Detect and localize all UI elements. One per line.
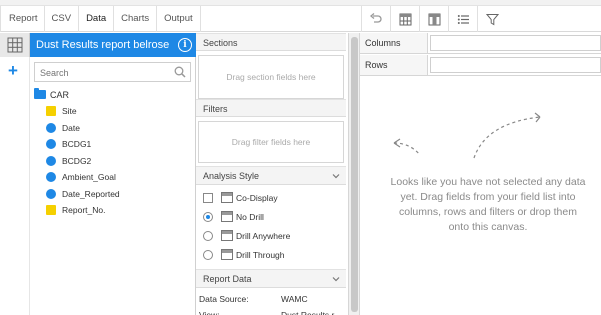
list-view-button[interactable]	[448, 6, 477, 32]
style-option-icon	[221, 230, 233, 241]
sections-dropzone[interactable]: Drag section fields here	[198, 55, 344, 99]
metric-icon	[46, 139, 56, 149]
analysis-style-option-label: Drill Anywhere	[236, 231, 291, 241]
cross-tab-icon	[428, 13, 440, 25]
report-data-title: Report Data	[203, 274, 252, 284]
toolbar-icon-group	[361, 6, 506, 32]
tab-report[interactable]: Report	[0, 6, 45, 32]
filters-placeholder: Drag filter fields here	[231, 137, 311, 147]
field-list: Site Date BCDG1 BCDG2 Ambient_Goal Date_Repor…	[30, 103, 196, 219]
table-view-button[interactable]	[390, 6, 419, 32]
report-builder-panel: Sections Drag section fields here Filter…	[196, 33, 348, 315]
undo-button[interactable]	[361, 6, 390, 32]
empty-canvas-message: Looks like you have not selected any dat…	[390, 176, 586, 233]
filters-dropzone[interactable]: Drag filter fields here	[198, 121, 344, 163]
report-tabs: Report CSV Data Charts Output	[0, 6, 201, 32]
drag-hint-arrows-icon	[393, 112, 541, 159]
filters-title: Filters	[203, 104, 228, 114]
chevron-down-icon	[332, 174, 340, 179]
top-toolbar: Report CSV Data Charts Output	[0, 0, 601, 32]
sections-title: Sections	[203, 38, 238, 48]
field-label: Site	[62, 106, 77, 116]
field-item[interactable]: BCDG2	[30, 153, 196, 170]
report-title: Dust Results report belrose	[36, 39, 170, 51]
add-field-button[interactable]: +	[8, 62, 18, 79]
report-canvas[interactable]: Columns Rows Looks like you have not sel…	[360, 33, 601, 315]
table-view-icon	[399, 13, 411, 25]
field-label: Date_Reported	[62, 188, 120, 199]
analysis-style-option-label: No Drill	[236, 212, 264, 222]
report-data-key: View:	[199, 310, 220, 315]
report-title-bar: Dust Results report belrose i	[30, 33, 196, 57]
field-item[interactable]: Date_Reported	[30, 186, 196, 203]
filters-header: Filters	[196, 99, 346, 117]
analysis-style-title: Analysis Style	[203, 171, 260, 181]
cross-tab-button[interactable]	[419, 6, 448, 32]
folder-icon	[34, 88, 46, 99]
field-label: BCDG2	[62, 155, 92, 166]
analysis-style-header[interactable]: Analysis Style	[196, 166, 346, 185]
drill-radio[interactable]	[203, 250, 213, 260]
search-box	[34, 62, 191, 82]
rows-label: Rows	[360, 55, 428, 75]
report-data-row: View: Dust Results r...	[199, 310, 341, 315]
report-data-value: Dust Results r...	[281, 310, 341, 315]
tab-data[interactable]: Data	[79, 6, 115, 32]
columns-label: Columns	[360, 33, 428, 53]
dimension-icon	[46, 106, 56, 116]
info-icon[interactable]: i	[178, 38, 192, 52]
search-icon[interactable]	[174, 66, 186, 78]
report-data-key: Data Source:	[199, 294, 249, 304]
field-list-panel: Dust Results report belrose i + CAR Site…	[0, 33, 196, 315]
tree-root-folder[interactable]: CAR	[30, 87, 196, 103]
metric-icon	[46, 122, 56, 133]
field-label: Ambient_Goal	[62, 172, 116, 182]
rows-shelf: Rows	[360, 55, 601, 76]
drill-radio[interactable]	[203, 212, 213, 222]
columns-dropzone[interactable]	[430, 35, 601, 51]
field-item[interactable]: BCDG1	[30, 136, 196, 153]
sections-placeholder: Drag section fields here	[226, 72, 316, 82]
field-item[interactable]: Ambient_Goal	[30, 169, 196, 186]
style-option-icon	[221, 211, 233, 222]
report-data-header[interactable]: Report Data	[196, 269, 346, 288]
columns-shelf: Columns	[360, 33, 601, 54]
filter-button[interactable]	[477, 6, 506, 32]
metric-icon	[46, 155, 56, 166]
scrollbar-thumb[interactable]	[351, 37, 358, 312]
field-item[interactable]: Site	[30, 103, 196, 120]
grid-menu-button[interactable]	[0, 33, 30, 57]
list-view-icon	[457, 14, 469, 24]
side-strip: +	[0, 57, 30, 315]
report-data-value: WAMC	[281, 294, 308, 304]
filter-icon	[485, 13, 499, 25]
tree-root-label: CAR	[50, 90, 70, 100]
dimension-icon	[46, 205, 56, 215]
field-label: Date	[62, 122, 80, 133]
sections-header: Sections	[196, 33, 346, 51]
field-label: Report_No.	[62, 205, 106, 215]
metric-icon	[46, 188, 56, 199]
chevron-down-icon	[332, 277, 340, 282]
panel-scrollbar[interactable]	[348, 33, 360, 315]
report-data-row: Data Source: WAMC	[199, 294, 308, 304]
metric-icon	[46, 172, 56, 182]
rows-dropzone[interactable]	[430, 57, 601, 73]
undo-icon	[369, 13, 382, 23]
co-display-checkbox[interactable]	[203, 193, 213, 203]
search-input[interactable]	[35, 64, 165, 82]
field-label: BCDG1	[62, 139, 92, 149]
tab-output[interactable]: Output	[157, 6, 201, 32]
analysis-style-option-label: Drill Through	[236, 250, 285, 260]
grid-icon	[7, 37, 22, 53]
style-option-icon	[221, 249, 233, 260]
field-item[interactable]: Report_No.	[30, 202, 196, 219]
field-tree: CAR Site Date BCDG1 BCDG2 Ambient_Goal Date_R…	[30, 87, 196, 219]
style-option-icon	[221, 192, 233, 203]
analysis-style-option-label: Co-Display	[236, 193, 278, 203]
tab-charts[interactable]: Charts	[114, 6, 158, 32]
field-item[interactable]: Date	[30, 120, 196, 137]
drill-radio[interactable]	[203, 231, 213, 241]
tab-csv[interactable]: CSV	[45, 6, 80, 32]
